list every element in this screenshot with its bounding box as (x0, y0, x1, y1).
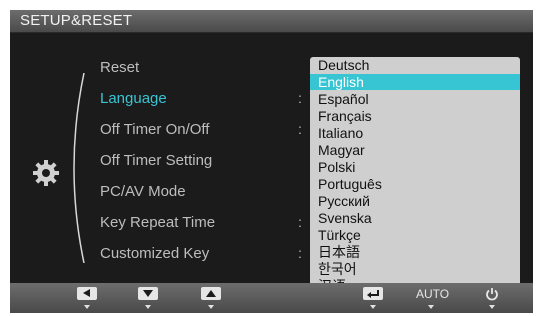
language-option[interactable]: Deutsch (310, 57, 520, 73)
up-arrow-button[interactable] (200, 287, 222, 303)
osd-window: SETUP&RESET Reset Language : Off Timer O… (10, 10, 533, 313)
down-arrow-icon (143, 290, 153, 297)
button-marker-icon (428, 305, 434, 309)
menu-item-key-repeat-time[interactable]: Key Repeat Time (100, 214, 215, 231)
language-option[interactable]: Español (310, 91, 520, 107)
language-option[interactable]: Italiano (310, 125, 520, 141)
menu-colon: : (298, 245, 302, 261)
menu-item-customized-key[interactable]: Customized Key (100, 245, 209, 262)
language-option[interactable]: Français (310, 108, 520, 124)
menu-item-reset[interactable]: Reset (100, 59, 139, 76)
button-marker-icon (489, 305, 495, 309)
power-icon[interactable] (484, 286, 500, 302)
button-marker-icon (370, 305, 376, 309)
left-arrow-icon (83, 289, 90, 297)
menu-colon: : (298, 121, 302, 137)
button-guide-bar: AUTO (10, 283, 533, 313)
language-option[interactable]: 한국어 (310, 261, 520, 277)
language-option[interactable]: Türkçe (310, 227, 520, 243)
auto-button[interactable]: AUTO (416, 287, 449, 301)
menu-item-language[interactable]: Language (100, 90, 167, 107)
down-arrow-button[interactable] (137, 287, 159, 303)
button-marker-icon (84, 305, 90, 309)
language-option[interactable]: 日本語 (310, 244, 520, 260)
menu-colon: : (298, 90, 302, 106)
enter-button[interactable] (362, 287, 384, 303)
language-option[interactable]: Русский (310, 193, 520, 209)
menu-bracket-decoration (73, 73, 85, 263)
language-option-selected[interactable]: English (310, 74, 520, 90)
language-option[interactable]: Svenska (310, 210, 520, 226)
menu-panel: Reset Language : Off Timer On/Off : Off … (10, 33, 533, 295)
menu-item-off-timer-on-off[interactable]: Off Timer On/Off (100, 121, 209, 138)
menu-item-pc-av-mode[interactable]: PC/AV Mode (100, 183, 186, 200)
window-title: SETUP&RESET (20, 12, 133, 29)
button-marker-icon (145, 305, 151, 309)
menu-colon: : (298, 214, 302, 230)
menu-item-off-timer-setting[interactable]: Off Timer Setting (100, 152, 212, 169)
language-option[interactable]: Português (310, 176, 520, 192)
language-dropdown[interactable]: Deutsch English Español Français Italian… (310, 57, 520, 295)
button-marker-icon (208, 305, 214, 309)
language-option[interactable]: Polski (310, 159, 520, 175)
gear-icon (33, 160, 59, 186)
up-arrow-icon (206, 290, 216, 297)
enter-icon (367, 290, 379, 298)
title-bar: SETUP&RESET (10, 10, 533, 33)
language-option[interactable]: Magyar (310, 142, 520, 158)
left-arrow-button[interactable] (76, 287, 98, 303)
